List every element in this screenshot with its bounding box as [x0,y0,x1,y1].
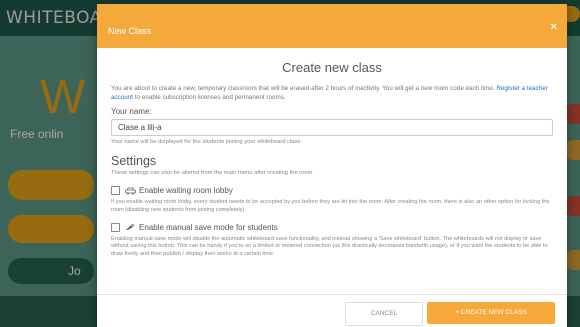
dialog-heading: Create new class [282,60,382,75]
intro-text-start: You are about to create a new, temporary… [111,85,495,92]
manual-save-checkbox[interactable] [111,222,120,232]
dialog-title: New Class [108,26,152,36]
dialog-footer: CANCEL + CREATE NEW CLASS [97,294,567,327]
waiting-room-checkbox[interactable] [111,186,120,195]
manual-save-icon [126,223,135,231]
close-icon[interactable]: × [551,21,557,33]
name-input[interactable] [111,119,553,136]
settings-heading: Settings [111,154,157,168]
name-help-text: Your name will be displayed for the stud… [111,139,302,145]
name-field-label: Your name: [111,107,152,116]
manual-save-option[interactable]: Enable manual save mode for students [111,222,553,232]
waiting-room-label: Enable waiting room lobby [139,186,233,195]
waiting-room-description: If you enable waiting room lobby, every … [111,199,550,213]
dialog-body: Create new class You are about to create… [97,48,567,259]
manual-save-description: Enabling manual save mode will disable t… [111,235,548,258]
new-class-dialog: New Class × Create new class You are abo… [97,4,567,327]
dialog-header: New Class × [97,4,567,48]
manual-save-label: Enable manual save mode for students [139,222,278,232]
intro-text: You are about to create a new, temporary… [111,85,553,102]
settings-note: These settings can also be altered from … [111,170,314,176]
waiting-room-option[interactable]: Enable waiting room lobby [111,186,553,195]
cancel-button[interactable]: CANCEL [345,302,423,326]
intro-text-end: to enable subscription licenses and perm… [134,93,286,101]
car-icon [125,187,136,194]
create-new-class-button[interactable]: + CREATE NEW CLASS [427,302,555,324]
